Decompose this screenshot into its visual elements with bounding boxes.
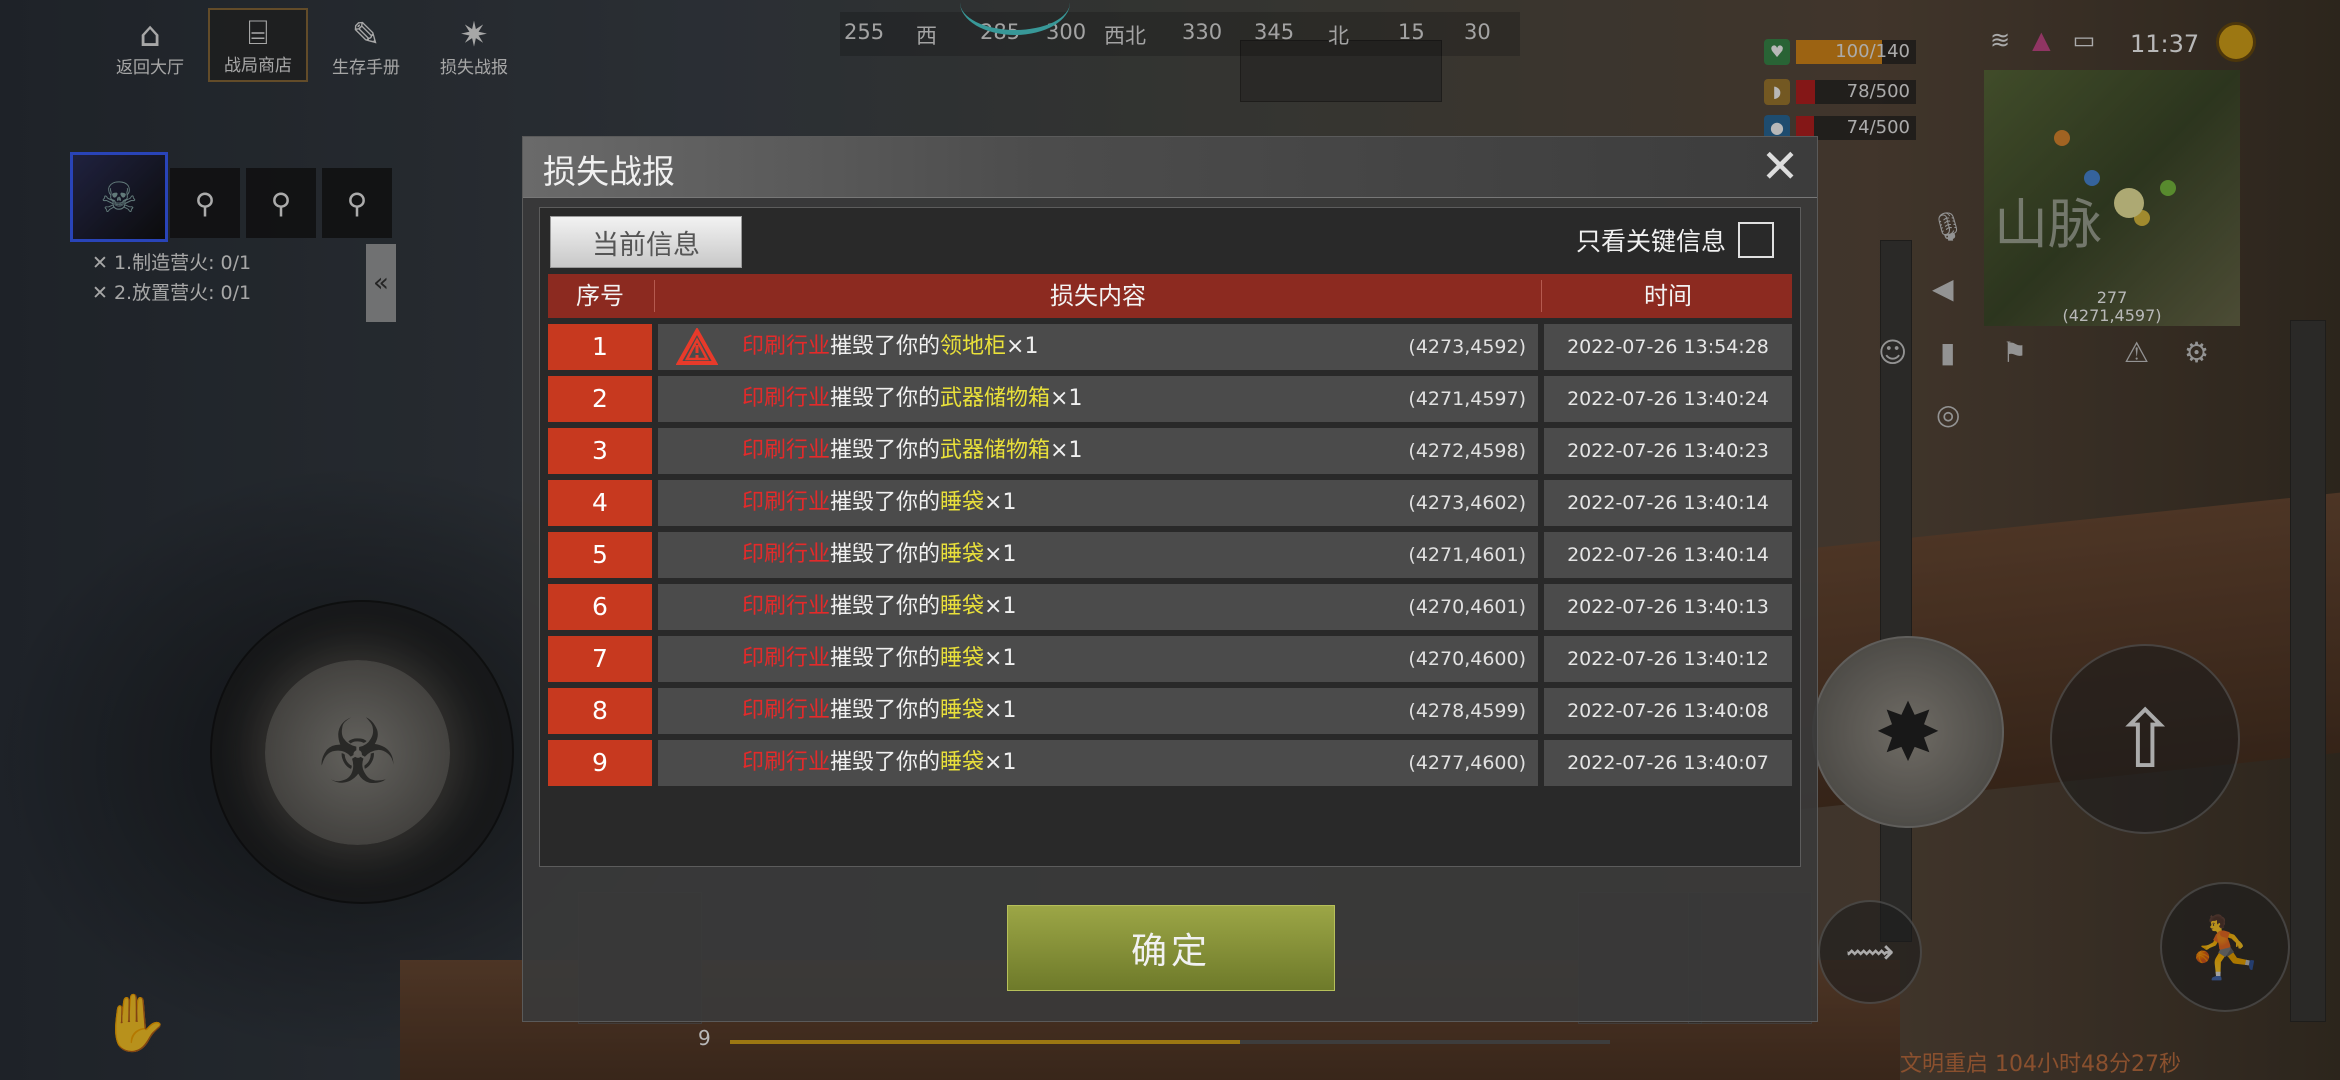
row-time: 2022-07-26 13:40:14	[1544, 532, 1792, 578]
tab-current-info[interactable]: 当前信息	[550, 216, 742, 268]
table-row: 1 印刷行业摧毁了你的领地柜×1 (4273,4592) 2022-07-26 13:…	[548, 324, 1792, 370]
destroyed-item: 武器储物箱	[940, 386, 1051, 411]
row-content: 印刷行业摧毁了你的武器储物箱×1 (4272,4598)	[658, 428, 1538, 474]
destroyed-item: 睡袋	[940, 646, 985, 671]
row-coordinates: (4270,4600)	[1408, 648, 1526, 670]
confirm-button[interactable]: 确定	[1007, 905, 1335, 991]
warning-triangle-icon	[676, 328, 718, 365]
row-time: 2022-07-26 13:40:24	[1544, 376, 1792, 422]
table-row: 7 印刷行业摧毁了你的睡袋×1 (4270,4600) 2022-07-26 13:4…	[548, 636, 1792, 682]
row-coordinates: (4277,4600)	[1408, 752, 1526, 774]
row-time: 2022-07-26 13:40:13	[1544, 584, 1792, 630]
row-coordinates: (4270,4601)	[1408, 596, 1526, 618]
table-row: 6 印刷行业摧毁了你的睡袋×1 (4270,4601) 2022-07-26 13:4…	[548, 584, 1792, 630]
row-number: 1	[548, 324, 652, 370]
row-content: 印刷行业摧毁了你的睡袋×1 (4278,4599)	[658, 688, 1538, 734]
attacker-name[interactable]: 印刷行业摧毁了你的睡袋×1	[742, 532, 1016, 578]
row-number: 7	[548, 636, 652, 682]
key-info-checkbox[interactable]	[1738, 222, 1774, 258]
header-content: 损失内容	[1050, 282, 1146, 310]
row-number: 9	[548, 740, 652, 786]
destroyed-item: 睡袋	[940, 490, 985, 515]
destroyed-item: 睡袋	[940, 698, 985, 723]
row-content: 印刷行业摧毁了你的睡袋×1 (4270,4600)	[658, 636, 1538, 682]
header-num: 序号	[576, 282, 624, 310]
row-content: 印刷行业摧毁了你的睡袋×1 (4271,4601)	[658, 532, 1538, 578]
row-coordinates: (4271,4597)	[1408, 388, 1526, 410]
report-rows: 1 印刷行业摧毁了你的领地柜×1 (4273,4592) 2022-07-26 13:…	[548, 324, 1792, 792]
row-number: 2	[548, 376, 652, 422]
row-time: 2022-07-26 13:40:14	[1544, 480, 1792, 526]
table-header: 序号 损失内容 时间	[548, 274, 1792, 318]
destroyed-item: 武器储物箱	[940, 438, 1051, 463]
close-button[interactable]: ✕	[1757, 143, 1803, 191]
row-time: 2022-07-26 13:40:07	[1544, 740, 1792, 786]
destroyed-item: 睡袋	[940, 750, 985, 775]
row-content: 印刷行业摧毁了你的睡袋×1 (4277,4600)	[658, 740, 1538, 786]
header-time: 时间	[1644, 282, 1692, 310]
row-time: 2022-07-26 13:40:08	[1544, 688, 1792, 734]
table-row: 9 印刷行业摧毁了你的睡袋×1 (4277,4600) 2022-07-26 13:4…	[548, 740, 1792, 786]
loss-report-dialog: 损失战报 ✕ 当前信息 只看关键信息 序号 损失内容 时间 1 印刷行业摧毁了你的…	[522, 136, 1818, 1022]
dialog-header: 损失战报 ✕	[523, 137, 1817, 198]
table-row: 8 印刷行业摧毁了你的睡袋×1 (4278,4599) 2022-07-26 13:4…	[548, 688, 1792, 734]
row-number: 3	[548, 428, 652, 474]
row-time: 2022-07-26 13:40:23	[1544, 428, 1792, 474]
row-time: 2022-07-26 13:40:12	[1544, 636, 1792, 682]
row-number: 5	[548, 532, 652, 578]
row-number: 4	[548, 480, 652, 526]
row-content: 印刷行业摧毁了你的睡袋×1 (4270,4601)	[658, 584, 1538, 630]
row-number: 6	[548, 584, 652, 630]
row-coordinates: (4273,4602)	[1408, 492, 1526, 514]
row-coordinates: (4273,4592)	[1408, 336, 1526, 358]
destroyed-item: 睡袋	[940, 542, 985, 567]
row-content: 印刷行业摧毁了你的领地柜×1 (4273,4592)	[658, 324, 1538, 370]
table-row: 3 印刷行业摧毁了你的武器储物箱×1 (4272,4598) 2022-07-26 1…	[548, 428, 1792, 474]
attacker-name[interactable]: 印刷行业摧毁了你的武器储物箱×1	[742, 428, 1082, 474]
header-divider	[1541, 280, 1542, 312]
row-coordinates: (4272,4598)	[1408, 440, 1526, 462]
attacker-name[interactable]: 印刷行业摧毁了你的武器储物箱×1	[742, 376, 1082, 422]
key-filter-label: 只看关键信息	[1575, 227, 1726, 256]
dialog-title: 损失战报	[543, 152, 675, 191]
attacker-name[interactable]: 印刷行业摧毁了你的睡袋×1	[742, 688, 1016, 734]
table-row: 4 印刷行业摧毁了你的睡袋×1 (4273,4602) 2022-07-26 13:4…	[548, 480, 1792, 526]
report-content: 当前信息 只看关键信息 序号 损失内容 时间 1 印刷行业摧毁了你的领地柜×1 (4…	[539, 207, 1801, 931]
row-coordinates: (4278,4599)	[1408, 700, 1526, 722]
attacker-name[interactable]: 印刷行业摧毁了你的睡袋×1	[742, 740, 1016, 786]
row-content: 印刷行业摧毁了你的睡袋×1 (4273,4602)	[658, 480, 1538, 526]
attacker-name[interactable]: 印刷行业摧毁了你的睡袋×1	[742, 584, 1016, 630]
key-info-filter[interactable]: 只看关键信息	[1576, 222, 1774, 258]
table-row: 2 印刷行业摧毁了你的武器储物箱×1 (4271,4597) 2022-07-26 1…	[548, 376, 1792, 422]
destroyed-item: 领地柜	[940, 334, 1007, 359]
row-content: 印刷行业摧毁了你的武器储物箱×1 (4271,4597)	[658, 376, 1538, 422]
attacker-name[interactable]: 印刷行业摧毁了你的睡袋×1	[742, 636, 1016, 682]
close-icon: ✕	[1760, 139, 1800, 193]
attacker-name[interactable]: 印刷行业摧毁了你的睡袋×1	[742, 480, 1016, 526]
row-number: 8	[548, 688, 652, 734]
destroyed-item: 睡袋	[940, 594, 985, 619]
row-time: 2022-07-26 13:54:28	[1544, 324, 1792, 370]
attacker-name[interactable]: 印刷行业摧毁了你的领地柜×1	[742, 324, 1038, 370]
header-divider	[654, 280, 655, 312]
table-row: 5 印刷行业摧毁了你的睡袋×1 (4271,4601) 2022-07-26 13:4…	[548, 532, 1792, 578]
row-coordinates: (4271,4601)	[1408, 544, 1526, 566]
